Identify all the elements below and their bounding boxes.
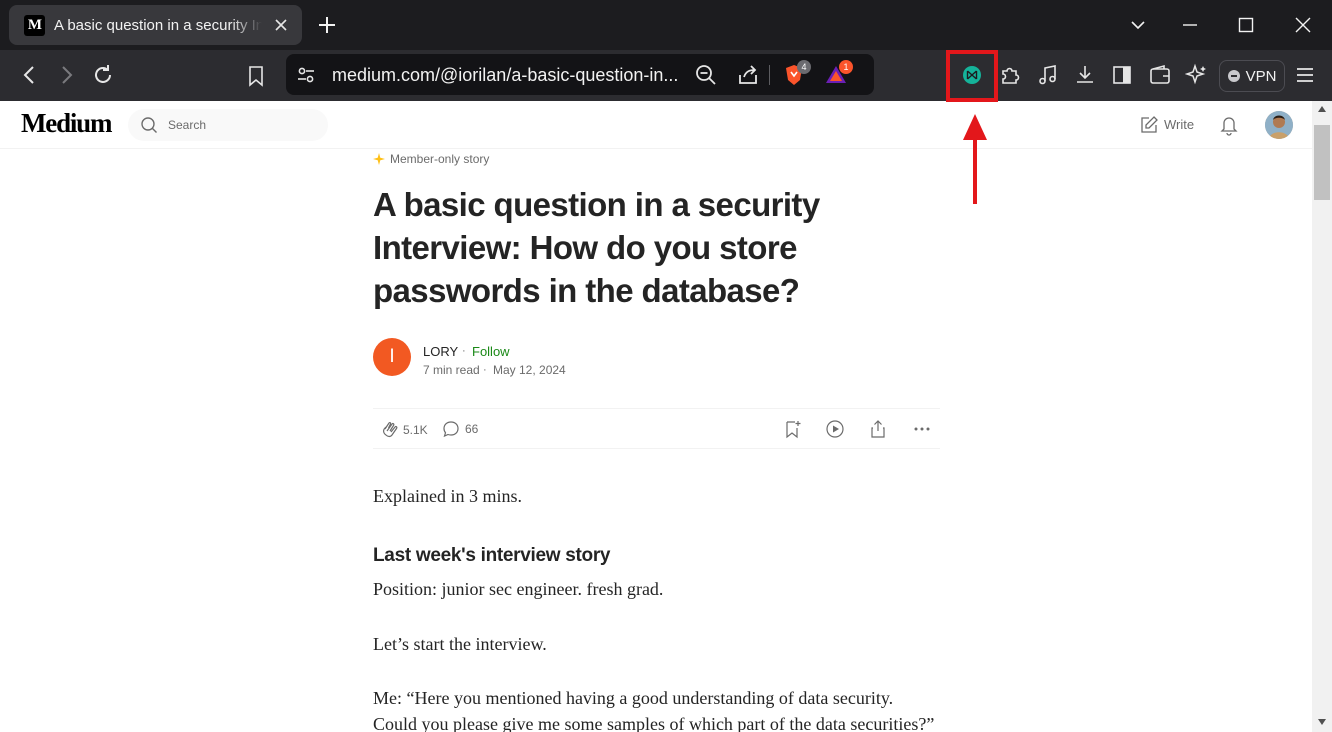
- notifications-bell-icon[interactable]: [1219, 114, 1239, 136]
- search-input[interactable]: Search: [128, 109, 328, 141]
- tab-bar: M A basic question in a security Intervi…: [0, 0, 1332, 50]
- minimize-window-icon[interactable]: [1180, 15, 1200, 35]
- browser-toolbar: medium.com/@iorilan/a-basic-question-in.…: [0, 50, 1332, 101]
- scroll-down-arrow-icon[interactable]: [1317, 718, 1327, 726]
- web-page: Medium Search Write Member-only story A …: [0, 101, 1312, 732]
- user-avatar[interactable]: [1265, 111, 1293, 139]
- member-only-text: Member-only story: [390, 152, 490, 166]
- media-music-icon[interactable]: [1036, 63, 1060, 87]
- sidebar-toggle-icon[interactable]: [1110, 63, 1134, 87]
- dot-separator: ·: [483, 364, 487, 376]
- url-text: medium.com/@iorilan/a-basic-question-in.…: [332, 65, 677, 85]
- close-window-icon[interactable]: [1293, 15, 1313, 35]
- clap-icon[interactable]: [380, 419, 400, 439]
- dot-separator: ·: [462, 345, 466, 357]
- downloads-icon[interactable]: [1073, 63, 1097, 87]
- read-time: 7 min read: [423, 363, 480, 377]
- follow-button[interactable]: Follow: [472, 344, 510, 359]
- article-action-bar: 5.1K 66: [373, 408, 940, 449]
- back-arrow-icon[interactable]: [18, 63, 42, 87]
- clap-count: 5.1K: [403, 423, 428, 437]
- medium-header: Medium Search Write: [0, 101, 1312, 149]
- tab-title: A basic question in a security Interview: [54, 16, 262, 34]
- vpn-status-icon: [1227, 70, 1240, 82]
- shields-count-badge: 4: [797, 60, 811, 74]
- member-only-label: Member-only story: [373, 152, 489, 166]
- scrollbar-thumb[interactable]: [1314, 125, 1330, 200]
- paragraph-intro: Explained in 3 mins.: [373, 486, 522, 506]
- author-avatar[interactable]: I: [373, 338, 411, 376]
- close-tab-icon[interactable]: [273, 17, 289, 33]
- section-heading: Last week's interview story: [373, 545, 611, 566]
- leo-ai-sparkle-icon[interactable]: [1184, 63, 1209, 87]
- active-tab[interactable]: M A basic question in a security Intervi…: [9, 5, 302, 45]
- new-tab-plus-icon[interactable]: [316, 14, 338, 36]
- reload-icon[interactable]: [91, 63, 115, 87]
- author-name[interactable]: LORY: [423, 344, 458, 359]
- paragraph-me-line1: Me: “Here you mentioned having a good un…: [373, 688, 894, 708]
- address-bar[interactable]: medium.com/@iorilan/a-basic-question-in.…: [286, 54, 874, 95]
- page-scrollbar[interactable]: [1312, 101, 1332, 732]
- maximize-window-icon[interactable]: [1236, 15, 1256, 35]
- write-button[interactable]: Write: [1164, 117, 1194, 132]
- share-icon[interactable]: [736, 63, 760, 87]
- medium-favicon-icon: M: [24, 14, 45, 36]
- comment-count: 66: [465, 422, 479, 436]
- vpn-label: VPN: [1245, 67, 1277, 85]
- search-icon: [141, 117, 157, 133]
- article-title: A basic question in a security Interview…: [373, 186, 820, 309]
- vpn-button[interactable]: VPN: [1219, 60, 1285, 92]
- save-bookmark-icon[interactable]: [782, 419, 802, 439]
- scroll-up-arrow-icon[interactable]: [1317, 105, 1327, 113]
- publish-date: May 12, 2024: [493, 363, 566, 377]
- highlight-annotation-box: [946, 50, 998, 102]
- paragraph-position: Position: junior sec engineer. fresh gra…: [373, 579, 664, 599]
- wallet-icon[interactable]: [1148, 63, 1172, 87]
- more-options-icon[interactable]: [912, 419, 932, 439]
- search-placeholder: Search: [168, 118, 207, 132]
- paragraph-start: Let’s start the interview.: [373, 634, 547, 654]
- rewards-count-badge: 1: [839, 60, 853, 74]
- forward-arrow-icon[interactable]: [54, 63, 78, 87]
- tab-search-chevron-icon[interactable]: [1128, 15, 1148, 35]
- write-pencil-icon[interactable]: [1139, 115, 1159, 135]
- paragraph-me-line2: Could you please give me some samples of…: [373, 714, 935, 732]
- share-article-icon[interactable]: [868, 419, 888, 439]
- star-sparkle-icon: [373, 153, 385, 165]
- red-arrow-annotation-icon: [963, 114, 987, 204]
- user-avatar-image: [1265, 111, 1293, 139]
- listen-play-icon[interactable]: [825, 419, 845, 439]
- main-menu-icon[interactable]: [1293, 63, 1317, 87]
- url-separator: [769, 65, 770, 85]
- extensions-puzzle-icon[interactable]: [998, 63, 1022, 87]
- bookmark-icon[interactable]: [244, 64, 268, 88]
- medium-logo[interactable]: Medium: [21, 108, 113, 139]
- zoom-icon[interactable]: [694, 63, 718, 87]
- site-settings-icon[interactable]: [294, 63, 318, 87]
- comment-icon[interactable]: [441, 419, 461, 439]
